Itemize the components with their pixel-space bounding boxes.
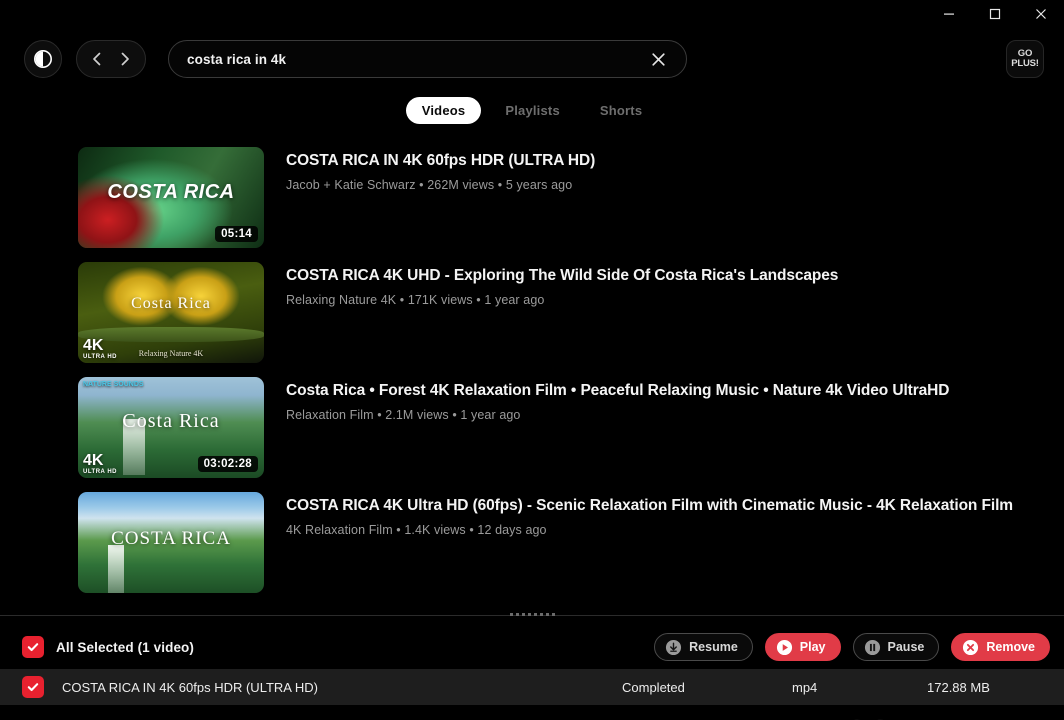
back-button[interactable] bbox=[83, 44, 111, 74]
video-duration: 03:02:28 bbox=[197, 456, 258, 472]
badge-4k-sub: ULTRA HD bbox=[83, 469, 117, 475]
tab-playlists[interactable]: Playlists bbox=[489, 97, 576, 124]
play-circle-icon bbox=[776, 639, 792, 655]
watermark-text: SOFTPEDIA bbox=[846, 713, 1032, 720]
close-icon bbox=[652, 52, 665, 66]
badge-4k-label: 4K bbox=[83, 452, 104, 469]
result-row[interactable]: NATURE SOUNDS Costa Rica 4K ULTRA HD 03:… bbox=[0, 370, 1064, 485]
footer: SOFTPEDIA® bbox=[0, 705, 1064, 720]
video-duration: 05:14 bbox=[215, 226, 258, 242]
action-bar: All Selected (1 video) Resume Play Pause… bbox=[0, 625, 1064, 669]
pause-button[interactable]: Pause bbox=[852, 633, 940, 661]
download-format: mp4 bbox=[792, 679, 818, 695]
tab-shorts[interactable]: Shorts bbox=[584, 97, 658, 124]
download-row-checkbox[interactable] bbox=[22, 676, 44, 698]
top-toolbar: GO PLUS! bbox=[0, 28, 1064, 90]
minimize-button[interactable] bbox=[926, 0, 972, 28]
chevron-right-icon bbox=[121, 52, 129, 66]
download-title: COSTA RICA IN 4K 60fps HDR (ULTRA HD) bbox=[62, 679, 318, 695]
remove-button-label: Remove bbox=[986, 640, 1035, 654]
chevron-left-icon bbox=[93, 52, 101, 66]
minimize-icon bbox=[944, 13, 954, 15]
go-plus-line2: PLUS! bbox=[1011, 58, 1039, 69]
theme-toggle-button[interactable] bbox=[24, 40, 62, 78]
video-meta: Costa Rica • Forest 4K Relaxation Film •… bbox=[286, 377, 1040, 422]
panel-resize-handle[interactable] bbox=[0, 613, 1064, 625]
pause-button-label: Pause bbox=[887, 640, 925, 654]
video-title[interactable]: Costa Rica • Forest 4K Relaxation Film •… bbox=[286, 381, 1040, 401]
video-meta: COSTA RICA IN 4K 60fps HDR (ULTRA HD) Ja… bbox=[286, 147, 1040, 192]
search-bar[interactable] bbox=[168, 40, 687, 78]
video-meta: COSTA RICA 4K Ultra HD (60fps) - Scenic … bbox=[286, 492, 1040, 537]
resume-button[interactable]: Resume bbox=[654, 633, 753, 661]
video-subtitle: Relaxation Film • 2.1M views • 1 year ag… bbox=[286, 408, 521, 423]
video-thumbnail[interactable]: COSTA RICA bbox=[78, 492, 264, 593]
video-subtitle: Relaxing Nature 4K • 171K views • 1 year… bbox=[286, 293, 545, 308]
search-results-list[interactable]: COSTA RICA 05:14 COSTA RICA IN 4K 60fps … bbox=[0, 130, 1064, 615]
thumbnail-quality-badge: 4K ULTRA HD bbox=[83, 452, 117, 476]
tab-videos[interactable]: Videos bbox=[405, 96, 482, 124]
pause-circle-icon bbox=[864, 639, 880, 655]
tab-bar: Videos Playlists Shorts bbox=[0, 90, 1064, 130]
navigation-group bbox=[76, 40, 146, 78]
close-button[interactable] bbox=[1018, 0, 1064, 28]
result-row[interactable]: COSTA RICA 05:14 COSTA RICA IN 4K 60fps … bbox=[0, 140, 1064, 255]
video-subtitle: 4K Relaxation Film • 1.4K views • 12 day… bbox=[286, 523, 547, 538]
search-input[interactable] bbox=[187, 51, 648, 67]
grip-dots-icon bbox=[509, 613, 555, 616]
select-all-label: All Selected (1 video) bbox=[56, 639, 194, 655]
remove-button[interactable]: Remove bbox=[951, 633, 1050, 661]
resume-button-label: Resume bbox=[689, 640, 738, 654]
app-window: GO PLUS! Videos Playlists Shorts COSTA R… bbox=[0, 0, 1064, 720]
maximize-icon bbox=[989, 8, 1001, 20]
go-plus-button[interactable]: GO PLUS! bbox=[1006, 40, 1044, 78]
video-title[interactable]: COSTA RICA 4K UHD - Exploring The Wild S… bbox=[286, 266, 1040, 286]
video-thumbnail[interactable]: NATURE SOUNDS Costa Rica 4K ULTRA HD 03:… bbox=[78, 377, 264, 478]
download-circle-icon bbox=[666, 639, 682, 655]
video-title[interactable]: COSTA RICA 4K Ultra HD (60fps) - Scenic … bbox=[286, 496, 1040, 516]
result-row[interactable]: Costa Rica 4K ULTRA HD Relaxing Nature 4… bbox=[0, 255, 1064, 370]
download-size: 172.88 MB bbox=[927, 679, 990, 695]
thumbnail-art bbox=[78, 492, 264, 593]
check-icon bbox=[27, 643, 39, 652]
video-meta: COSTA RICA 4K UHD - Exploring The Wild S… bbox=[286, 262, 1040, 307]
thumbnail-brand: Relaxing Nature 4K bbox=[138, 349, 204, 358]
check-icon bbox=[27, 683, 39, 692]
video-thumbnail[interactable]: Costa Rica 4K ULTRA HD Relaxing Nature 4… bbox=[78, 262, 264, 363]
maximize-button[interactable] bbox=[972, 0, 1018, 28]
play-button-label: Play bbox=[799, 640, 826, 654]
result-row[interactable]: COSTA RICA COSTA RICA 4K Ultra HD (60fps… bbox=[0, 485, 1064, 600]
play-button[interactable]: Play bbox=[764, 633, 841, 661]
close-icon bbox=[1036, 9, 1046, 19]
search-clear-button[interactable] bbox=[648, 48, 670, 70]
theme-toggle-icon bbox=[34, 50, 52, 68]
select-all-checkbox[interactable] bbox=[22, 636, 44, 658]
softpedia-watermark: SOFTPEDIA® bbox=[846, 713, 1042, 720]
close-circle-icon bbox=[963, 639, 979, 655]
thumbnail-brand: NATURE SOUNDS bbox=[83, 381, 144, 388]
download-row[interactable]: COSTA RICA IN 4K 60fps HDR (ULTRA HD) Co… bbox=[0, 669, 1064, 705]
forward-button[interactable] bbox=[111, 44, 139, 74]
video-thumbnail[interactable]: COSTA RICA 05:14 bbox=[78, 147, 264, 248]
title-bar bbox=[0, 0, 1064, 28]
download-status: Completed bbox=[622, 679, 685, 695]
video-subtitle: Jacob + Katie Schwarz • 262M views • 5 y… bbox=[286, 178, 573, 193]
video-title[interactable]: COSTA RICA IN 4K 60fps HDR (ULTRA HD) bbox=[286, 151, 1040, 171]
